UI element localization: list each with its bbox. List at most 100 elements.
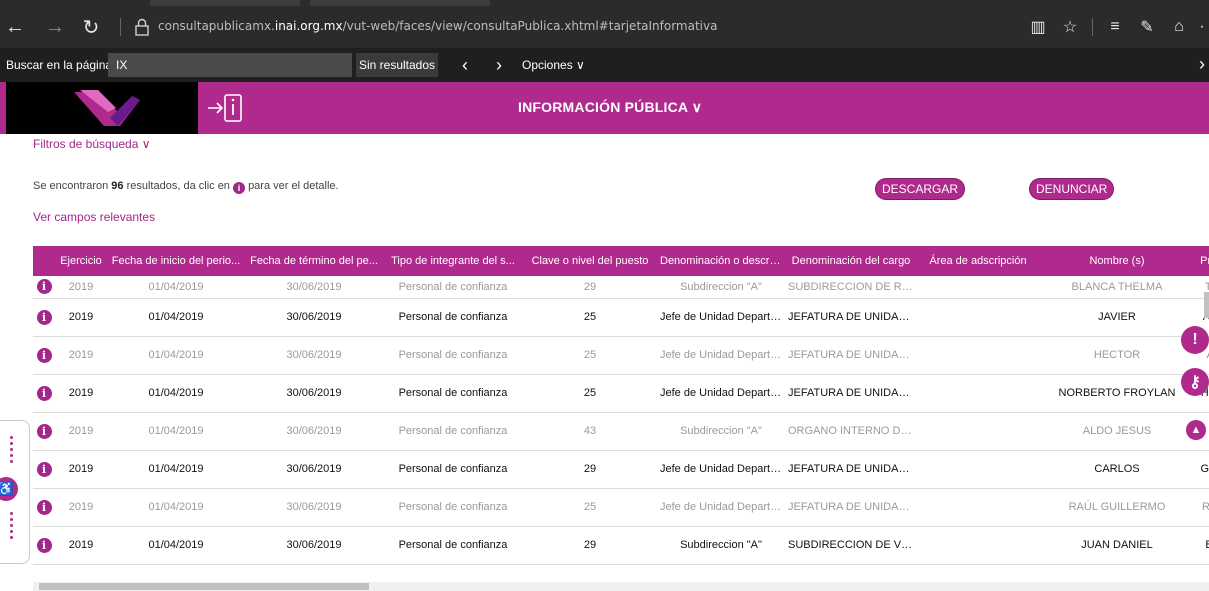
detail-info-icon[interactable]: i bbox=[36, 279, 52, 295]
web-note-icon[interactable]: ✎ bbox=[1131, 17, 1163, 37]
table-cell bbox=[917, 298, 1039, 337]
info-icon: i bbox=[233, 182, 245, 194]
table-cell: RODRÍG bbox=[1195, 488, 1209, 527]
table-cell: 30/06/2019 bbox=[245, 374, 383, 413]
table-cell: 01/04/2019 bbox=[107, 276, 245, 299]
accessibility-dots-top bbox=[10, 433, 14, 466]
detail-info-icon[interactable]: i bbox=[36, 309, 52, 325]
table-row[interactable]: i 2019 01/04/2019 30/06/2019 Personal de con… bbox=[33, 336, 1209, 375]
table-cell: SUBDIRECCION DE VER... bbox=[785, 526, 917, 565]
table-cell: Personal de confianza bbox=[383, 526, 523, 565]
forward-arrow-icon[interactable]: → bbox=[40, 6, 70, 48]
table-cell: JUAN DANIEL bbox=[1039, 526, 1195, 565]
accessibility-tab[interactable]: ♿ bbox=[0, 420, 30, 564]
reading-view-icon[interactable]: ▥ bbox=[1022, 17, 1054, 37]
row-detail-cell: i bbox=[33, 526, 55, 565]
detail-info-icon[interactable]: i bbox=[36, 537, 52, 553]
table-cell: 30/06/2019 bbox=[245, 488, 383, 527]
table-cell: 25 bbox=[523, 336, 657, 375]
horizontal-scrollbar[interactable] bbox=[33, 582, 1209, 591]
address-bar: ← → ↻ consultapublicamx.inai.org.mx/vut-… bbox=[0, 6, 1209, 48]
table-cell: JEFATURA DE UNIDAD... bbox=[785, 488, 917, 527]
table-cell: 2019 bbox=[55, 298, 107, 337]
table-cell: 01/04/2019 bbox=[107, 450, 245, 489]
table-cell: 30/06/2019 bbox=[245, 276, 383, 299]
table-row[interactable]: i 2019 01/04/2019 30/06/2019 Personal de con… bbox=[33, 526, 1209, 565]
column-header[interactable]: Denominación o descrip... bbox=[657, 246, 785, 276]
scroll-top-icon[interactable]: ▲ bbox=[1186, 420, 1206, 440]
column-header[interactable]: Nombre (s) bbox=[1039, 246, 1195, 276]
vertical-scrollbar-thumb[interactable] bbox=[1204, 292, 1209, 318]
table-cell bbox=[917, 526, 1039, 565]
table-row[interactable]: i 2019 01/04/2019 30/06/2019 Personal de con… bbox=[33, 488, 1209, 527]
find-next-icon[interactable]: › bbox=[486, 53, 512, 77]
table-cell: JEFATURA DE UNIDAD... bbox=[785, 450, 917, 489]
public-info-icon[interactable] bbox=[206, 92, 246, 124]
find-bar: Buscar en la página Sin resultados ‹ › O… bbox=[0, 48, 1209, 82]
column-header[interactable]: Fecha de inicio del perio... bbox=[107, 246, 245, 276]
column-header[interactable]: Fecha de término del pe... bbox=[245, 246, 383, 276]
table-cell: JEFATURA DE UNIDAD... bbox=[785, 298, 917, 337]
column-header[interactable]: Ejercicio bbox=[55, 246, 107, 276]
table-cell: Subdireccion "A" bbox=[657, 526, 785, 565]
table-row[interactable]: i 2019 01/04/2019 30/06/2019 Personal de con… bbox=[33, 450, 1209, 489]
table-cell: 2019 bbox=[55, 412, 107, 451]
column-header[interactable]: Tipo de integrante del s... bbox=[383, 246, 523, 276]
url-field[interactable]: consultapublicamx.inai.org.mx/vut-web/fa… bbox=[158, 19, 717, 33]
results-table-container: Ejercicio Fecha de inicio del perio... Fec… bbox=[33, 246, 1209, 574]
find-input[interactable] bbox=[108, 53, 352, 77]
logo-icon bbox=[74, 90, 140, 126]
report-button[interactable]: DENUNCIAR bbox=[1030, 179, 1114, 199]
table-cell: 29 bbox=[523, 276, 657, 299]
table-row[interactable]: i 2019 01/04/2019 30/06/2019 Personal de con… bbox=[33, 276, 1209, 299]
table-row[interactable]: i 2019 01/04/2019 30/06/2019 Personal de con… bbox=[33, 412, 1209, 451]
alert-icon[interactable]: ! bbox=[1181, 326, 1209, 354]
table-cell bbox=[917, 412, 1039, 451]
table-cell: 01/04/2019 bbox=[107, 298, 245, 337]
accessibility-dots-bottom bbox=[10, 509, 14, 542]
detail-info-icon[interactable]: i bbox=[36, 461, 52, 477]
header-title-menu[interactable]: INFORMACIÓN PÚBLICA ∨ bbox=[518, 99, 702, 116]
table-cell: HECTOR bbox=[1039, 336, 1195, 375]
scrollbar-thumb[interactable] bbox=[39, 583, 369, 590]
detail-info-icon[interactable]: i bbox=[36, 499, 52, 515]
table-cell bbox=[917, 374, 1039, 413]
address-divider bbox=[120, 18, 121, 36]
relevant-fields-link[interactable]: Ver campos relevantes bbox=[33, 210, 155, 224]
find-result-status: Sin resultados bbox=[356, 53, 438, 77]
column-header[interactable]: Denominación del cargo bbox=[785, 246, 917, 276]
accessibility-icon[interactable]: ♿ bbox=[0, 477, 18, 501]
download-button[interactable]: DESCARGAR bbox=[876, 179, 965, 199]
column-header[interactable]: Clave o nivel del puesto bbox=[523, 246, 657, 276]
more-icon[interactable]: · bbox=[1195, 18, 1209, 36]
refresh-icon[interactable]: ↻ bbox=[76, 6, 106, 48]
table-cell: RAÚL GUILLERMO bbox=[1039, 488, 1195, 527]
site-logo[interactable] bbox=[6, 82, 198, 134]
table-cell bbox=[917, 488, 1039, 527]
column-header[interactable]: Primer ap bbox=[1195, 246, 1209, 276]
detail-info-icon[interactable]: i bbox=[36, 347, 52, 363]
back-arrow-icon[interactable]: ← bbox=[0, 6, 30, 48]
table-row[interactable]: i 2019 01/04/2019 30/06/2019 Personal de con… bbox=[33, 298, 1209, 337]
detail-info-icon[interactable]: i bbox=[36, 423, 52, 439]
find-close-icon[interactable]: › bbox=[1199, 54, 1205, 75]
table-cell: 01/04/2019 bbox=[107, 336, 245, 375]
column-header[interactable]: Área de adscripción bbox=[917, 246, 1039, 276]
detail-info-icon[interactable]: i bbox=[36, 385, 52, 401]
table-row[interactable]: i 2019 01/04/2019 30/06/2019 Personal de con… bbox=[33, 374, 1209, 413]
hub-menu-icon[interactable]: ≡ bbox=[1099, 18, 1131, 36]
wrench-icon[interactable]: ⚷ bbox=[1181, 368, 1209, 396]
site-header: INFORMACIÓN PÚBLICA ∨ bbox=[0, 82, 1209, 134]
column-header-info bbox=[33, 246, 55, 276]
row-detail-cell: i bbox=[33, 412, 55, 451]
table-cell: 2019 bbox=[55, 374, 107, 413]
find-options-button[interactable]: Opciones ∨ bbox=[522, 58, 585, 72]
find-label: Buscar en la página bbox=[6, 58, 113, 72]
share-icon[interactable]: ⌂ bbox=[1163, 18, 1195, 36]
find-previous-icon[interactable]: ‹ bbox=[452, 53, 478, 77]
search-filters-toggle[interactable]: Filtros de búsqueda ∨ bbox=[33, 137, 151, 151]
table-cell: Personal de confianza bbox=[383, 488, 523, 527]
table-cell: 29 bbox=[523, 526, 657, 565]
favorite-star-icon[interactable]: ☆ bbox=[1054, 17, 1086, 37]
table-cell: Jefe de Unidad Departament... bbox=[657, 450, 785, 489]
